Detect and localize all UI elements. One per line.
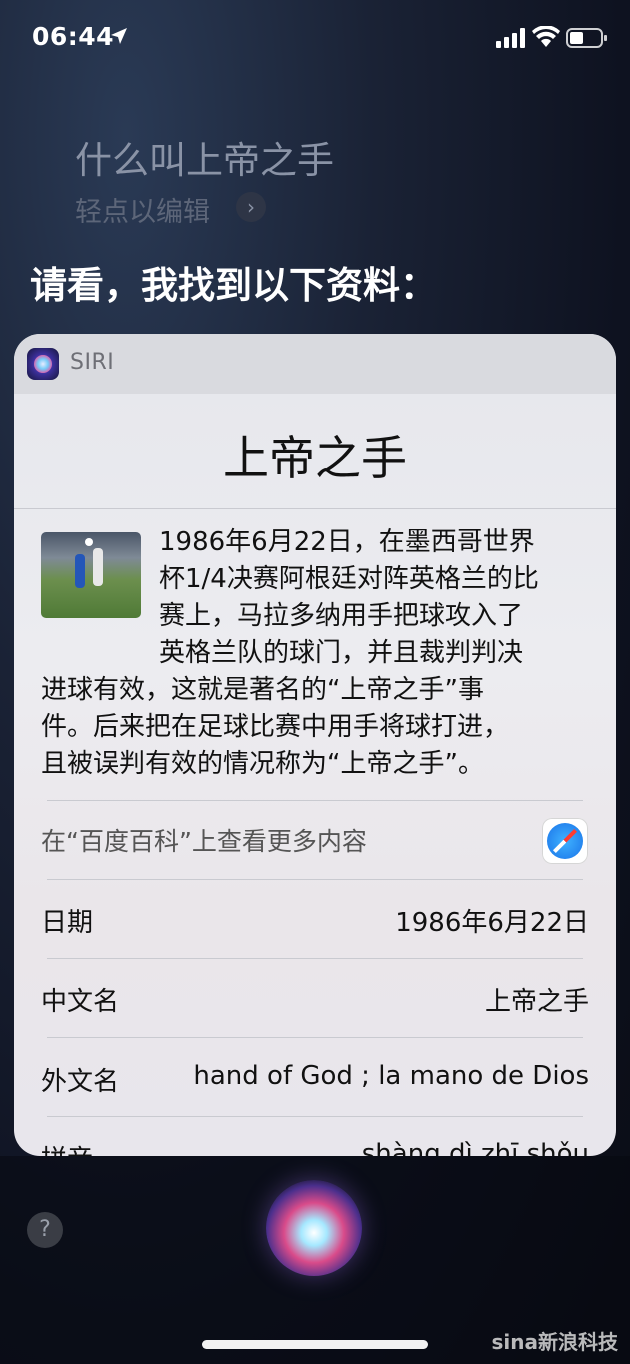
siri-orb-button[interactable] <box>266 1180 362 1276</box>
divider <box>14 508 616 509</box>
location-arrow-icon <box>111 28 127 44</box>
chevron-right-icon[interactable]: › <box>236 192 266 222</box>
card-description: 1986年6月22日，在墨西哥世界 杯1/4决赛阿根廷对阵英格兰的比 赛上，马拉… <box>41 524 581 783</box>
baidu-baike-more-link[interactable]: 在“百度百科”上查看更多内容 <box>41 822 367 858</box>
divider <box>47 879 583 880</box>
battery-icon <box>566 28 607 48</box>
divider <box>47 800 583 801</box>
fact-value-chinese-name: 上帝之手 <box>484 987 589 1017</box>
fact-value-date: 1986年6月22日 <box>395 908 589 938</box>
watermark-logo: sina新浪科技 <box>491 1330 619 1354</box>
cellular-signal-icon <box>496 28 525 48</box>
fact-key-foreign-name: 外文名 <box>41 1067 120 1097</box>
status-bar: 06:44 <box>0 0 630 80</box>
description-line: 杯1/4决赛阿根廷对阵英格兰的比 <box>159 564 539 594</box>
fact-value-pinyin: shàng dì zhī shǒu <box>361 1139 589 1156</box>
description-line: 件。后来把在足球比赛中用手将球打进， <box>41 712 510 742</box>
description-line: 且被误判有效的情况称为“上帝之手”。 <box>41 749 484 779</box>
status-time: 06:44 <box>32 22 115 51</box>
description-line: 1986年6月22日，在墨西哥世界 <box>159 527 535 557</box>
siri-query-text[interactable]: 什么叫上帝之手 <box>75 130 334 184</box>
description-line: 进球有效，这就是著名的“上帝之手”事 <box>41 675 484 705</box>
help-button[interactable]: ? <box>27 1212 63 1248</box>
fact-key-pinyin: 拼音 <box>41 1139 93 1156</box>
fact-value-foreign-name: hand of God ; la mano de Dios <box>193 1061 589 1091</box>
fact-key-chinese-name: 中文名 <box>41 987 120 1017</box>
card-source-label: SIRI <box>70 350 115 375</box>
divider <box>47 958 583 959</box>
description-line: 赛上，马拉多纳用手把球攻入了 <box>159 601 524 631</box>
siri-answer-text: 请看，我找到以下资料： <box>30 264 437 307</box>
siri-result-card: SIRI 上帝之手 1986年6月22日，在墨西哥世界 杯1/4决赛阿根廷对阵英… <box>14 334 616 1156</box>
tap-to-edit-label[interactable]: 轻点以编辑 <box>75 190 210 229</box>
fact-key-date: 日期 <box>41 908 94 938</box>
description-line: 英格兰队的球门，并且裁判判决 <box>159 638 524 668</box>
safari-icon[interactable] <box>542 818 588 864</box>
card-title: 上帝之手 <box>223 431 407 485</box>
siri-app-icon <box>27 348 59 380</box>
home-indicator[interactable] <box>202 1340 428 1349</box>
card-header: SIRI <box>14 334 616 394</box>
divider <box>47 1116 583 1117</box>
divider <box>47 1037 583 1038</box>
wifi-icon <box>532 26 560 47</box>
